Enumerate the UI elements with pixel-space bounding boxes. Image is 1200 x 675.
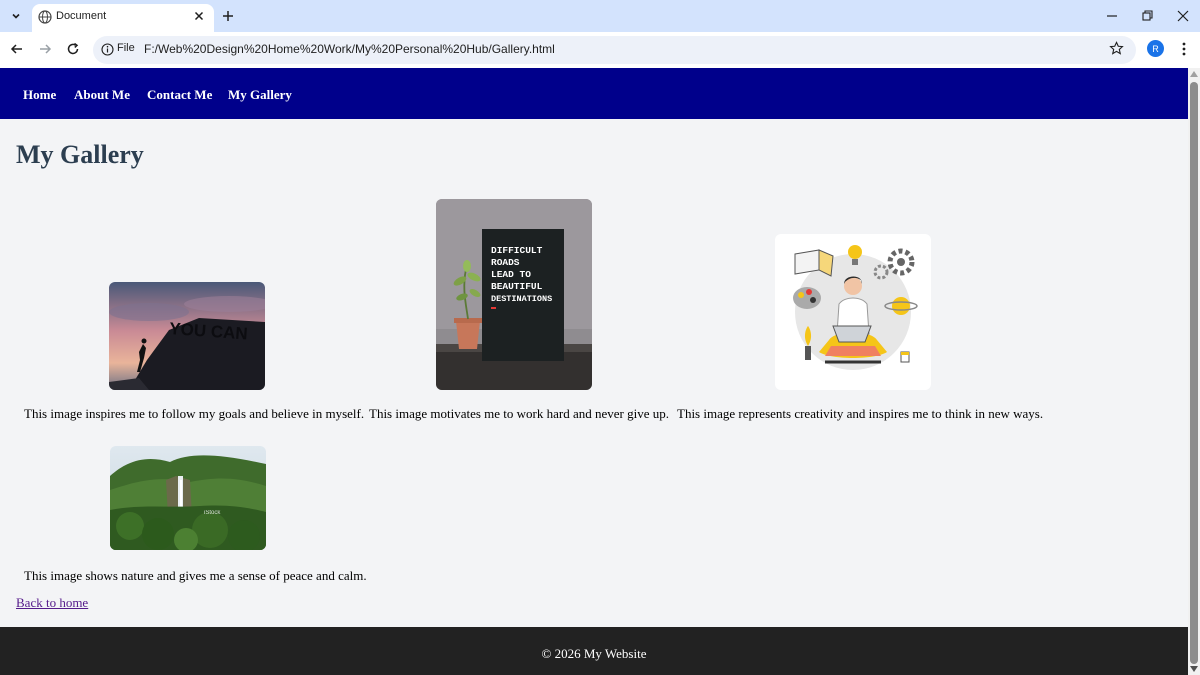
- file-chip[interactable]: File: [117, 42, 135, 54]
- back-arrow-icon[interactable]: [9, 41, 25, 57]
- gallery-image-letter-board: DIFFICULT ROADS LEAD TO BEAUTIFUL DESTIN…: [436, 199, 592, 390]
- gallery-image-creativity: [775, 234, 931, 390]
- reload-icon[interactable]: [65, 41, 81, 57]
- nav-contact-link[interactable]: Contact Me: [147, 87, 212, 103]
- forward-arrow-icon[interactable]: [37, 41, 53, 57]
- minimize-icon[interactable]: [1104, 8, 1120, 24]
- browser-tab[interactable]: Document: [32, 4, 214, 32]
- gallery-caption: This image inspires me to follow my goal…: [24, 406, 365, 421]
- plus-icon[interactable]: [220, 8, 236, 24]
- board-line-1: DIFFICULT: [491, 245, 543, 256]
- gallery-image-waterfall: iStock: [110, 446, 266, 550]
- star-icon[interactable]: [1109, 41, 1124, 56]
- footer-copyright: © 2026 My Website: [541, 646, 647, 661]
- url-text[interactable]: F:/Web%20Design%20Home%20Work/My%20Perso…: [144, 42, 555, 56]
- gallery-image-you-can: YOU CAN: [109, 282, 265, 390]
- watermark-text: iStock: [204, 510, 221, 516]
- close-icon[interactable]: [192, 9, 206, 23]
- back-to-home-link[interactable]: Back to home: [16, 595, 88, 611]
- nav-about-link[interactable]: About Me: [74, 87, 130, 103]
- globe-icon: [38, 10, 52, 24]
- profile-avatar[interactable]: R: [1147, 40, 1164, 57]
- gallery-caption: This image shows nature and gives me a s…: [24, 568, 367, 583]
- tab-search-icon[interactable]: [6, 6, 26, 26]
- address-bar[interactable]: File F:/Web%20Design%20Home%20Work/My%20…: [93, 36, 1136, 64]
- board-line-3: LEAD TO: [491, 269, 531, 280]
- gallery-caption: This image motivates me to work hard and…: [369, 406, 670, 421]
- scroll-up-arrow-icon[interactable]: [1190, 71, 1198, 77]
- window-close-icon[interactable]: [1175, 8, 1191, 24]
- scroll-down-arrow-icon[interactable]: [1190, 666, 1198, 672]
- browser-toolbar: File F:/Web%20Design%20Home%20Work/My%20…: [0, 32, 1200, 68]
- restore-icon[interactable]: [1139, 8, 1155, 24]
- browser-tabstrip: Document: [0, 0, 1200, 32]
- vertical-scrollbar[interactable]: [1188, 68, 1200, 675]
- site-footer: © 2026 My Website: [0, 627, 1188, 675]
- page-title: My Gallery: [16, 140, 144, 169]
- kebab-menu-icon[interactable]: [1177, 41, 1191, 57]
- gallery-caption: This image represents creativity and ins…: [677, 406, 1044, 421]
- site-navbar: Home About Me Contact Me My Gallery: [0, 68, 1188, 119]
- nav-home-link[interactable]: Home: [23, 87, 56, 103]
- board-line-4: BEAUTIFUL: [491, 281, 543, 292]
- board-line-2: ROADS: [491, 257, 520, 268]
- page-viewport: Home About Me Contact Me My Gallery My G…: [0, 68, 1188, 675]
- info-icon[interactable]: [101, 43, 114, 56]
- board-line-5: DESTINATIONS: [491, 294, 552, 304]
- tab-title: Document: [56, 10, 107, 22]
- scroll-thumb[interactable]: [1190, 82, 1198, 664]
- nav-gallery-link[interactable]: My Gallery: [228, 87, 292, 103]
